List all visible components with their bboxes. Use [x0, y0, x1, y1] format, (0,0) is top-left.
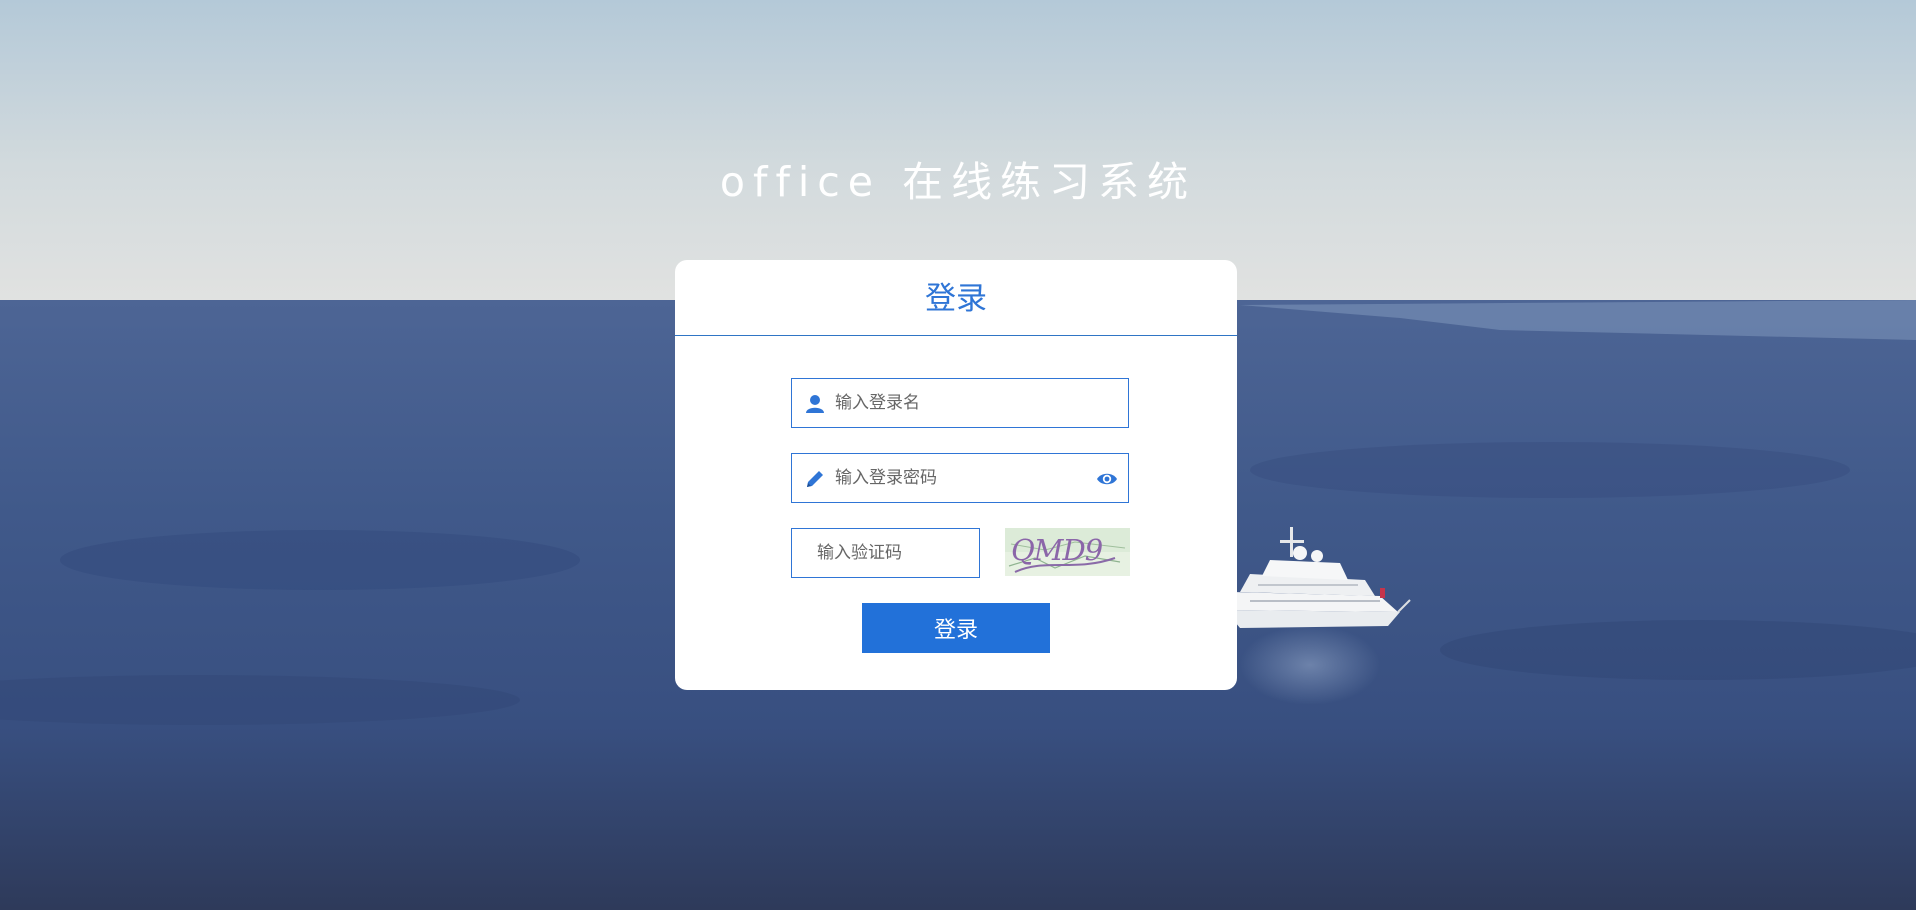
pencil-icon: [807, 471, 823, 487]
app-title: office 在线练习系统: [719, 158, 1197, 206]
eye-icon[interactable]: [1096, 468, 1118, 490]
login-card: 登录 QMD9 登录: [675, 260, 1237, 690]
password-input[interactable]: [835, 454, 1075, 502]
user-icon: [806, 395, 824, 413]
login-heading: 登录: [675, 260, 1237, 336]
password-field[interactable]: [791, 453, 1129, 503]
login-button[interactable]: 登录: [862, 603, 1050, 653]
captcha-image[interactable]: QMD9: [1005, 528, 1130, 576]
captcha-text: QMD9: [1011, 533, 1103, 567]
captcha-field[interactable]: [791, 528, 980, 578]
username-input[interactable]: [835, 379, 1115, 427]
captcha-input[interactable]: [817, 529, 972, 577]
username-field[interactable]: [791, 378, 1129, 428]
